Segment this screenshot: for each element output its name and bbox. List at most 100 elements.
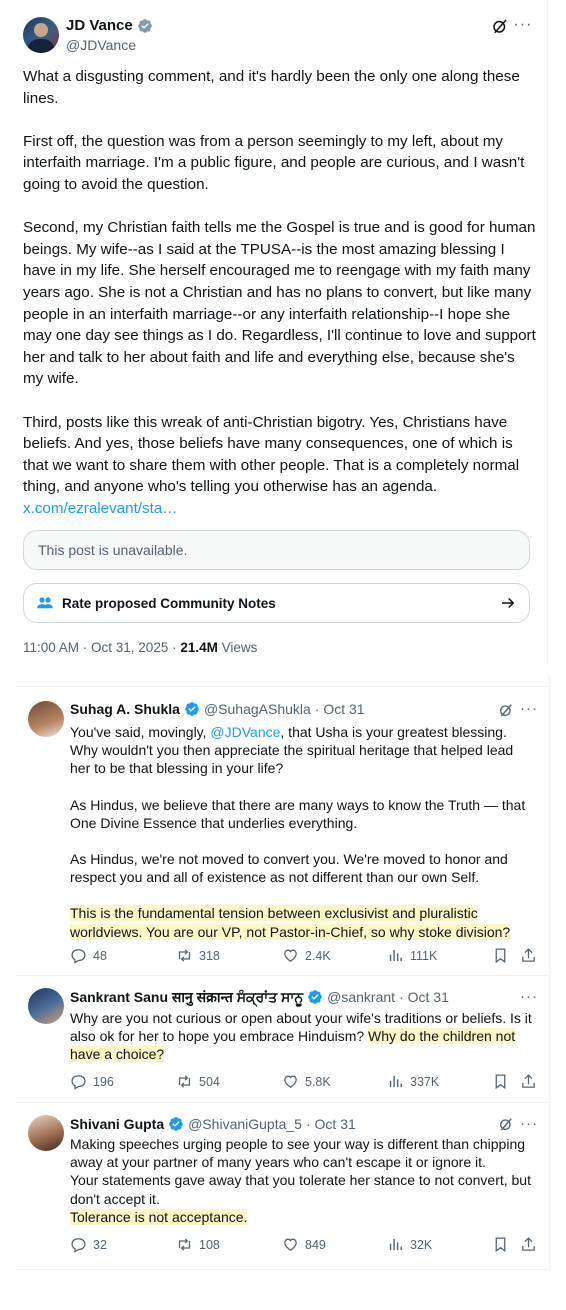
more-icon[interactable]: ··· — [520, 701, 538, 717]
author-handle[interactable]: @sankrant — [327, 988, 395, 1006]
more-icon[interactable]: ··· — [520, 1116, 538, 1132]
repost-count: 504 — [199, 1074, 220, 1089]
paragraph: As Hindus, we're not moved to convert yo… — [70, 851, 508, 886]
community-notes-button[interactable]: Rate proposed Community Notes — [23, 583, 530, 623]
views-count: 21.4M — [180, 640, 218, 655]
share-icon — [522, 1074, 535, 1088]
post-date[interactable]: · Oct 31 — [399, 988, 449, 1006]
views-icon — [389, 1075, 402, 1088]
reply-header: Shivani Gupta @ShivaniGupta_5 · Oct 31 — [70, 1115, 356, 1133]
paragraph: What a disgusting comment, and it's hard… — [23, 68, 520, 107]
post-date[interactable]: · Oct 31 — [315, 700, 365, 718]
views-button[interactable]: 111K — [387, 947, 437, 964]
paragraph: First off, the question was from a perso… — [23, 132, 525, 193]
reply-header: Sankrant Sanu सानु संक्रान्त ਸੰਕ੍ਰਾਂਤ ਸਾ… — [70, 988, 449, 1006]
like-count: 849 — [305, 1237, 326, 1252]
bookmark-button[interactable] — [492, 947, 509, 964]
like-button[interactable]: 849 — [282, 1236, 326, 1253]
author-handle[interactable]: @ShivaniGupta_5 — [188, 1115, 302, 1133]
grok-icon[interactable] — [498, 1116, 514, 1132]
avatar[interactable] — [28, 988, 64, 1024]
verified-badge-icon — [169, 1117, 183, 1131]
author-name[interactable]: Suhag A. Shukla — [70, 700, 180, 718]
reply-count: 32 — [93, 1237, 107, 1252]
paragraph: Second, my Christian faith tells me the … — [23, 219, 536, 388]
divider — [16, 1269, 549, 1270]
like-button[interactable]: 5.8K — [282, 1073, 331, 1090]
grok-icon[interactable] — [491, 17, 509, 35]
views-count: 111K — [410, 948, 438, 963]
reply-button[interactable]: 48 — [70, 947, 107, 964]
more-icon[interactable]: ··· — [520, 989, 538, 1005]
views-button[interactable]: 32K — [387, 1236, 432, 1253]
more-icon[interactable]: ··· — [513, 15, 533, 35]
author-name[interactable]: Shivani Gupta — [70, 1115, 164, 1133]
action-bar: 196 504 5.8K 337K — [70, 1073, 540, 1091]
bookmark-icon — [495, 948, 506, 964]
author-name-row[interactable]: JD Vance — [66, 17, 153, 35]
paragraph: Your statements gave away that you toler… — [70, 1172, 531, 1207]
mention-link[interactable]: @JDVance — [210, 724, 280, 740]
bookmark-button[interactable] — [492, 1236, 509, 1253]
author-handle[interactable]: @SuhagAShukla — [204, 700, 311, 718]
repost-icon — [178, 949, 191, 962]
author-handle[interactable]: @JDVance — [66, 36, 136, 54]
bookmark-icon — [495, 1074, 506, 1090]
share-icon — [522, 1237, 535, 1251]
paragraph: Why are you not curious or open about yo… — [70, 1009, 535, 1064]
reply-icon — [71, 1075, 86, 1090]
tweet-meta: 11:00 AM · Oct 31, 2025 · 21.4M Views — [23, 640, 257, 655]
reply-header: Suhag A. Shukla @SuhagAShukla · Oct 31 — [70, 700, 365, 718]
verified-badge-icon — [185, 702, 199, 716]
like-icon — [284, 949, 297, 962]
repost-icon — [178, 1238, 191, 1251]
author-name[interactable]: JD Vance — [66, 17, 133, 35]
tweet-link[interactable]: x.com/ezralevant/sta… — [23, 500, 177, 517]
reply-count: 48 — [93, 948, 107, 963]
bookmark-icon — [495, 1237, 506, 1253]
share-button[interactable] — [520, 1073, 537, 1090]
grok-icon[interactable] — [498, 702, 514, 718]
reply-text: You've said, movingly, @JDVance, that Us… — [70, 723, 535, 941]
like-count: 2.4K — [305, 948, 331, 963]
reply-tweet[interactable]: Suhag A. Shukla @SuhagAShukla · Oct 31 ·… — [16, 686, 549, 976]
paragraph: As Hindus, we believe that there are man… — [70, 796, 526, 831]
tweet-text: What a disgusting comment, and it's hard… — [23, 66, 538, 519]
reply-button[interactable]: 32 — [70, 1236, 107, 1253]
reply-icon — [71, 1238, 86, 1253]
right-border-replies — [549, 676, 550, 1270]
repost-count: 108 — [199, 1237, 220, 1252]
bookmark-button[interactable] — [492, 1073, 509, 1090]
paragraph: You've said, movingly, @JDVance, that Us… — [70, 723, 535, 778]
action-bar: 48 318 2.4K 111K — [70, 947, 540, 965]
reply-button[interactable]: 196 — [70, 1073, 114, 1090]
repost-button[interactable]: 504 — [176, 1073, 220, 1090]
share-button[interactable] — [520, 1236, 537, 1253]
author-name[interactable]: Sankrant Sanu सानु संक्रान्त ਸੰਕ੍ਰਾਂਤ ਸਾ… — [70, 988, 303, 1006]
views-label: Views — [217, 640, 258, 655]
post-date[interactable]: · Oct 31 — [306, 1115, 356, 1133]
paragraph: This is the fundamental tension between … — [70, 904, 535, 940]
action-bar: 32 108 849 32K — [70, 1236, 540, 1254]
reply-tweet[interactable]: Sankrant Sanu सानु संक्रान्त ਸੰਕ੍ਰਾਂਤ ਸਾ… — [16, 975, 549, 1103]
views-button[interactable]: 337K — [387, 1073, 439, 1090]
avatar[interactable] — [28, 701, 64, 737]
avatar[interactable] — [23, 17, 59, 53]
reply-icon — [71, 949, 86, 964]
repost-button[interactable]: 318 — [176, 947, 220, 964]
avatar[interactable] — [28, 1115, 64, 1151]
community-notes-label: Rate proposed Community Notes — [62, 595, 276, 611]
share-button[interactable] — [520, 947, 537, 964]
text: You've said, movingly, — [70, 724, 211, 740]
views-count: 32K — [410, 1237, 433, 1252]
highlighted-text: This is the fundamental tension between … — [70, 905, 511, 940]
paragraph: Tolerance is not acceptance. — [70, 1208, 535, 1226]
right-border — [547, 0, 548, 664]
highlighted-text: Tolerance is not acceptance. — [70, 1208, 248, 1225]
repost-button[interactable]: 108 — [176, 1236, 220, 1253]
like-button[interactable]: 2.4K — [282, 947, 331, 964]
like-count: 5.8K — [305, 1074, 331, 1089]
paragraph-text: Third, posts like this wreak of anti-Chr… — [23, 413, 520, 496]
reply-tweet[interactable]: Shivani Gupta @ShivaniGupta_5 · Oct 31 ·… — [16, 1102, 549, 1270]
timestamp[interactable]: 11:00 AM · Oct 31, 2025 · — [23, 640, 180, 655]
